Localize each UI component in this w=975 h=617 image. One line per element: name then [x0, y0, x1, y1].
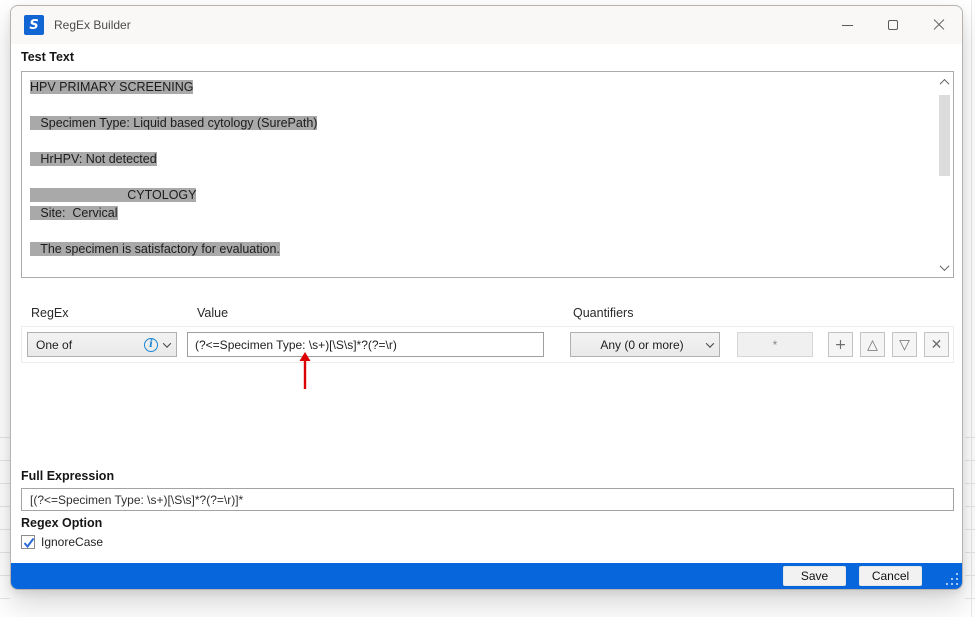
test-text-blank-line [30, 96, 927, 114]
add-row-button[interactable]: + [828, 332, 853, 357]
cancel-button[interactable]: Cancel [859, 566, 922, 586]
regex-column-label: RegEx [31, 306, 69, 320]
chevron-down-icon [162, 338, 172, 348]
highlighted-text: The specimen is satisfactory for evaluat… [30, 242, 280, 256]
ignorecase-checkbox[interactable] [21, 535, 35, 549]
background-window-right-edge [965, 415, 975, 617]
resize-grip[interactable] [945, 573, 958, 586]
scroll-up-button[interactable] [936, 74, 953, 90]
quantifier-selected: Any (0 or more) [600, 337, 684, 352]
test-text-blank-line [30, 132, 927, 150]
app-icon: S [24, 15, 44, 35]
regex-type-dropdown[interactable]: One of i [27, 332, 177, 357]
regex-value-input[interactable] [187, 332, 544, 357]
title-bar[interactable]: S RegEx Builder [11, 6, 962, 44]
test-text-line: Site: Cervical [30, 204, 927, 222]
test-text-content: HPV PRIMARY SCREENING Specimen Type: Liq… [22, 72, 935, 277]
value-column-label: Value [197, 306, 229, 320]
close-icon [933, 19, 945, 31]
highlighted-text: HPV PRIMARY SCREENING [30, 80, 194, 94]
scrollbar-thumb[interactable] [939, 95, 950, 176]
red-annotation-arrow-icon [299, 352, 311, 389]
test-text-line: Specimen Type: Liquid based cytology (Su… [30, 114, 927, 132]
highlighted-text: Site: Cervical [30, 206, 118, 220]
regex-type-selected: One of [36, 337, 73, 352]
test-text-line: HPV PRIMARY SCREENING [30, 78, 927, 96]
regex-builder-dialog: S RegEx Builder Test Text HPV PRIMARY SC… [10, 5, 963, 590]
test-text-line: CYTOLOGY [30, 186, 927, 204]
minimize-icon [841, 24, 853, 26]
test-text-blank-line [30, 168, 927, 186]
test-text-line: The specimen is satisfactory for evaluat… [30, 240, 927, 258]
remove-row-button[interactable]: ✕ [924, 332, 949, 357]
quantifiers-column-label: Quantifiers [573, 306, 634, 320]
regex-rule-row: One of i Any (0 or more) + △ ▽ ✕ [21, 326, 954, 363]
ignorecase-label[interactable]: IgnoreCase [41, 535, 103, 549]
check-icon [23, 537, 35, 549]
background-window-left-edge [0, 415, 10, 617]
move-down-button[interactable]: ▽ [892, 332, 917, 357]
quantifier-dropdown[interactable]: Any (0 or more) [570, 332, 720, 357]
move-up-button[interactable]: △ [860, 332, 885, 357]
highlighted-text: CYTOLOGY [30, 188, 197, 202]
close-button[interactable] [916, 6, 962, 44]
test-text-blank-line [30, 222, 927, 240]
chevron-down-icon [939, 260, 950, 271]
quantifier-symbol-input [737, 332, 813, 357]
window-title: RegEx Builder [54, 18, 131, 32]
test-text-line: HrHPV: Not detected [30, 150, 927, 168]
vertical-scrollbar[interactable] [936, 72, 953, 277]
full-expression-label: Full Expression [21, 469, 115, 483]
regex-option-label: Regex Option [21, 516, 103, 530]
maximize-icon [888, 20, 898, 30]
save-button[interactable]: Save [783, 566, 846, 586]
scroll-down-button[interactable] [936, 259, 953, 275]
background-window-border [971, 0, 972, 617]
highlighted-text: Specimen Type: Liquid based cytology (Su… [30, 116, 318, 130]
full-expression-input[interactable] [21, 488, 954, 511]
info-icon[interactable]: i [144, 337, 158, 352]
test-text-label: Test Text [21, 50, 75, 64]
highlighted-text: HrHPV: Not detected [30, 152, 157, 166]
minimize-button[interactable] [824, 6, 870, 44]
chevron-up-icon [939, 78, 950, 89]
test-text-area[interactable]: HPV PRIMARY SCREENING Specimen Type: Liq… [21, 71, 954, 278]
chevron-down-icon [705, 338, 715, 348]
footer-bar: Save Cancel [11, 563, 962, 589]
maximize-button[interactable] [870, 6, 916, 44]
